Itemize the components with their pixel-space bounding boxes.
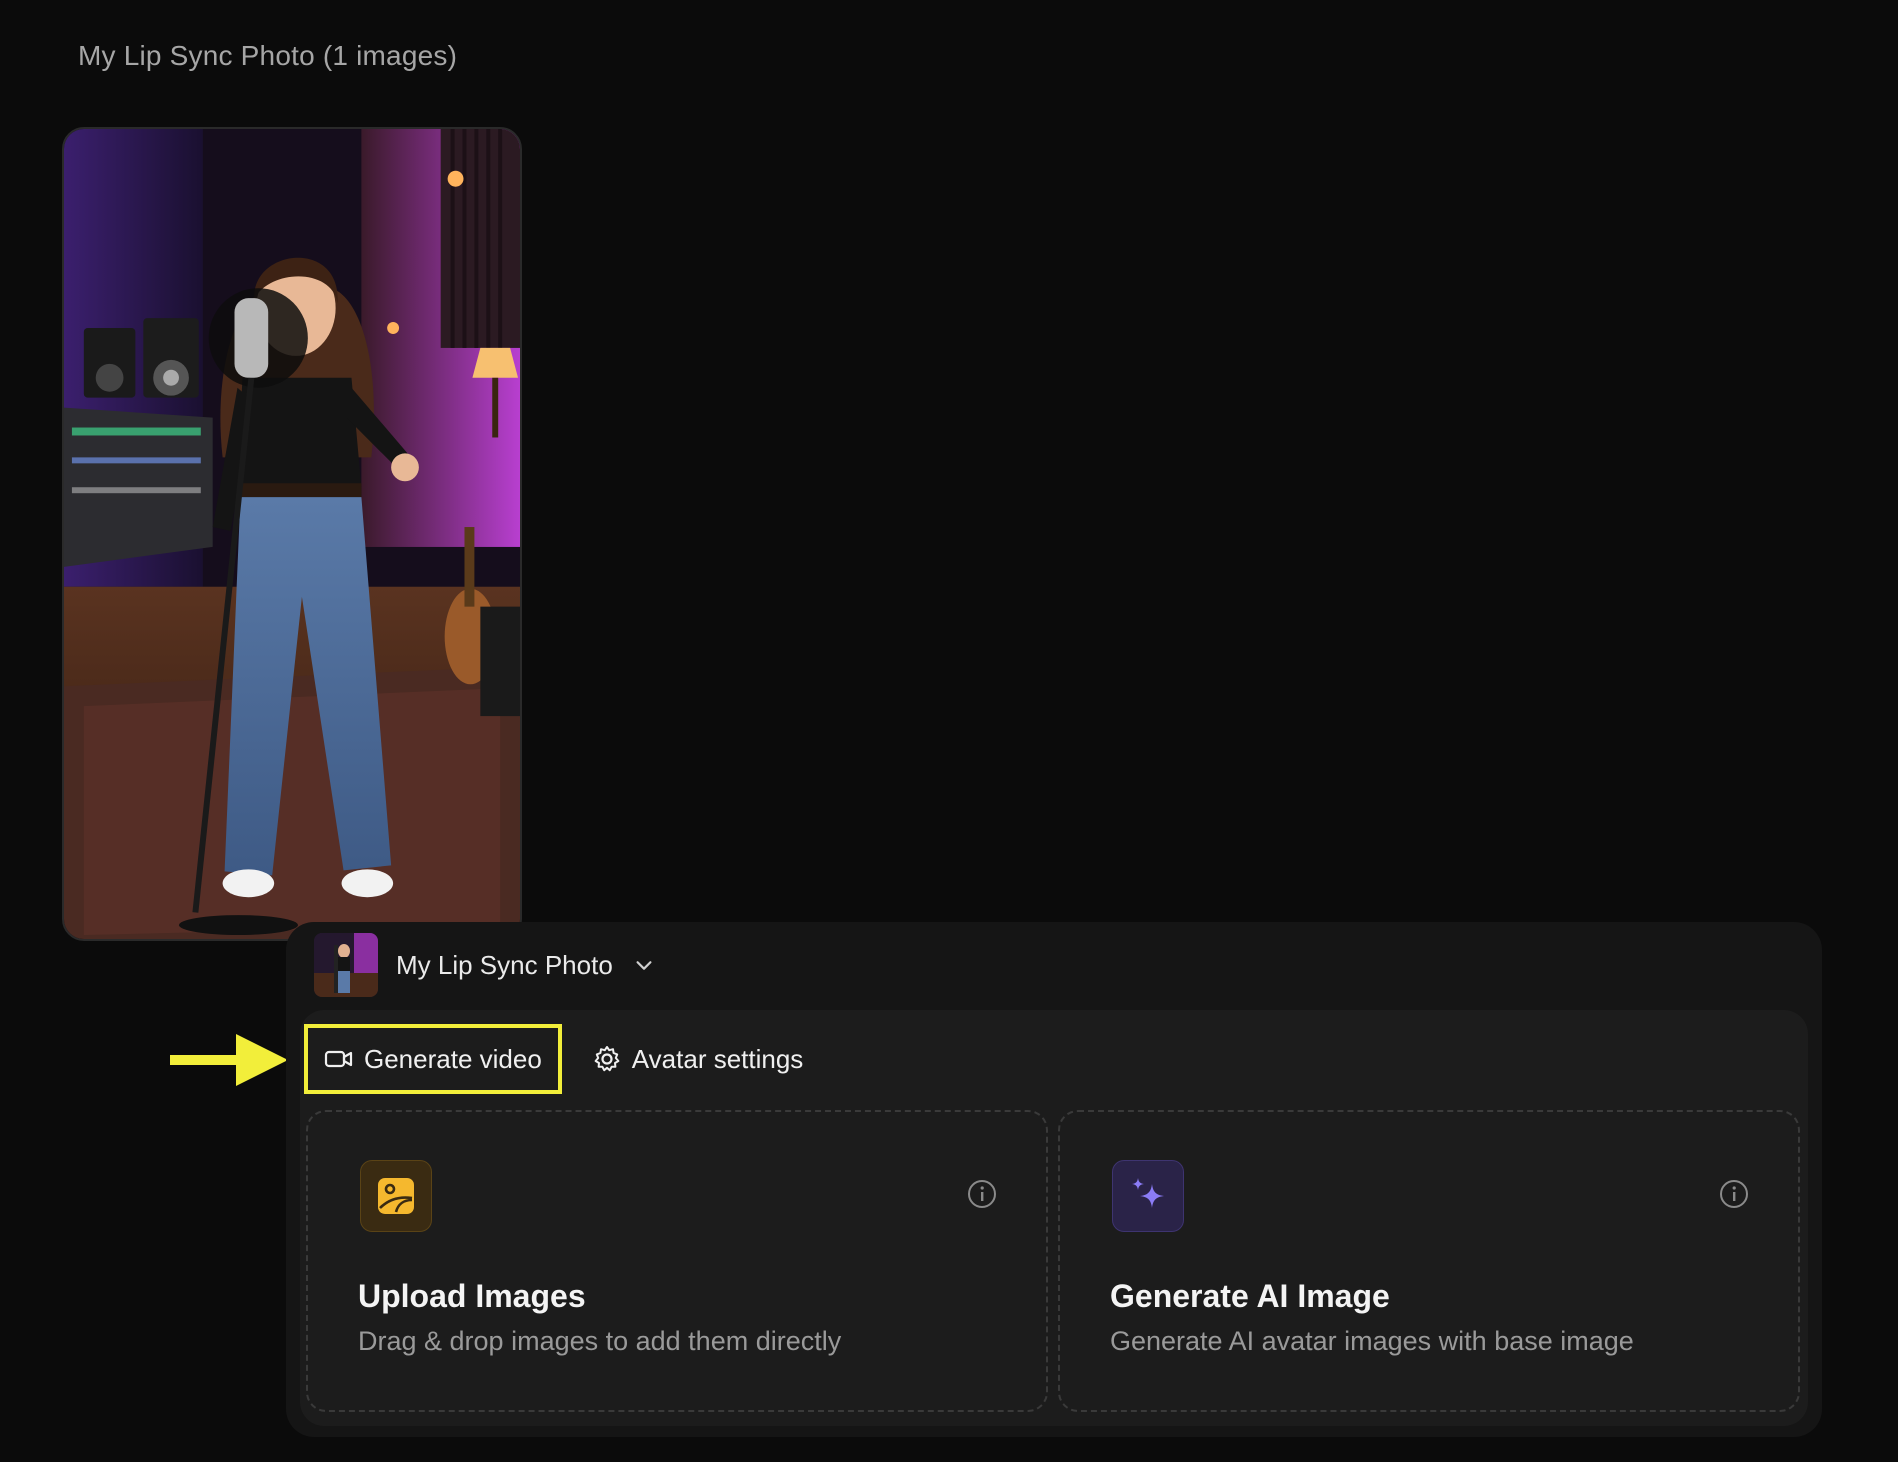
card-description: Drag & drop images to add them directly (358, 1326, 842, 1356)
upload-images-card[interactable]: Upload Images Drag & drop images to add … (306, 1110, 1048, 1412)
avatar-photo[interactable] (62, 127, 522, 941)
gear-icon (594, 1046, 620, 1072)
video-camera-icon (324, 1050, 353, 1068)
info-icon[interactable] (1718, 1178, 1750, 1210)
sparkles-icon (1132, 1178, 1164, 1208)
tab-label: Generate video (364, 1043, 542, 1074)
card-title: Upload Images (358, 1278, 586, 1314)
page: My Lip Sync Photo (1 images) My Lip Sync… (0, 0, 1898, 1462)
image-upload-icon (378, 1178, 414, 1214)
annotation-arrow-icon (170, 1034, 288, 1086)
tab-label: Avatar settings (631, 1043, 804, 1074)
avatar-selector[interactable]: My Lip Sync Photo (314, 932, 655, 998)
avatar-thumbnail-image (314, 933, 378, 997)
tab-generate-video[interactable]: Generate video (304, 1024, 562, 1094)
action-tabs: Generate video Avatar settings (304, 1024, 819, 1094)
tab-avatar-settings[interactable]: Avatar settings (576, 1024, 820, 1094)
avatar-name: My Lip Sync Photo (396, 949, 613, 980)
card-description: Generate AI avatar images with base imag… (1110, 1326, 1634, 1356)
option-cards: Upload Images Drag & drop images to add … (306, 1110, 1800, 1412)
gallery-title: My Lip Sync Photo (1 images) (78, 40, 458, 71)
card-title: Generate AI Image (1110, 1278, 1390, 1314)
info-icon[interactable] (966, 1178, 998, 1210)
generate-ai-image-card[interactable]: Generate AI Image Generate AI avatar ima… (1058, 1110, 1800, 1412)
chevron-down-icon[interactable] (633, 954, 655, 976)
avatar-actions-panel: Generate video Avatar settings Upload Im… (300, 1010, 1808, 1426)
avatar-thumbnail (314, 933, 378, 997)
upload-icon-tile (360, 1160, 432, 1232)
studio-singer-photo (64, 129, 520, 939)
avatar-panel: My Lip Sync Photo Generate video Avatar … (286, 922, 1822, 1437)
ai-icon-tile (1112, 1160, 1184, 1232)
